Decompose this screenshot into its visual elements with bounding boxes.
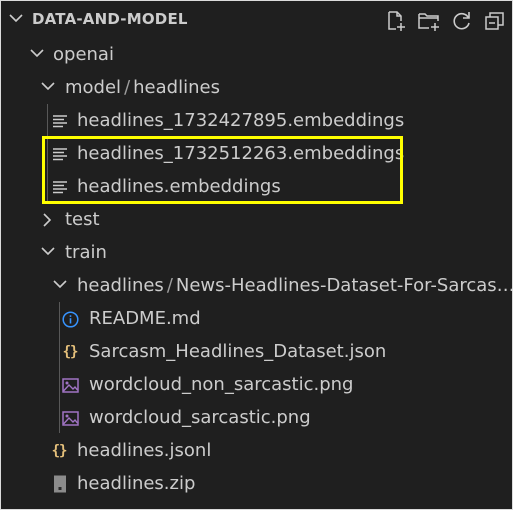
image-file-icon: [61, 376, 79, 394]
collapse-all-icon: [485, 12, 504, 30]
chevron-right-icon: [43, 213, 52, 227]
text-file-icon: [51, 178, 69, 196]
text-file-icon: [51, 112, 69, 130]
tree-file-embeddings[interactable]: headlines_1732427895.embeddings: [1, 104, 512, 137]
tree-item-label: wordcloud_sarcastic.png: [89, 407, 311, 428]
tree-folder-model-headlines[interactable]: model / headlines: [1, 71, 512, 104]
refresh-button[interactable]: [449, 8, 475, 34]
json-braces-icon: {}: [62, 344, 79, 360]
chevron-down-icon: [30, 49, 44, 58]
folder-name-part: headlines: [77, 275, 164, 296]
tree-item-label: headlines_1732427895.embeddings: [77, 110, 405, 131]
info-icon: [61, 310, 79, 328]
new-file-icon: [388, 11, 405, 31]
folder-name-part: model: [65, 77, 122, 98]
collapse-all-button[interactable]: [482, 8, 508, 34]
tree-item-label: model / headlines: [65, 77, 220, 99]
new-file-button[interactable]: [383, 8, 409, 34]
tree-folder-train-headlines[interactable]: headlines / News-Headlines-Dataset-For-Sar…: [1, 269, 512, 302]
tree-file-jsonl[interactable]: {} headlines.jsonl: [1, 434, 512, 467]
header-actions: [383, 8, 508, 34]
folder-name-part: headlines: [133, 77, 220, 98]
chevron-down-icon: [41, 82, 55, 91]
refresh-icon: [453, 12, 470, 30]
tree-item-label: headlines.zip: [77, 473, 196, 494]
new-folder-button[interactable]: [416, 8, 442, 34]
zip-file-icon: [51, 475, 69, 493]
tree-folder-train[interactable]: train: [1, 236, 512, 269]
tree-folder-test[interactable]: test: [1, 203, 512, 236]
tree-file-embeddings[interactable]: headlines.embeddings: [1, 170, 512, 203]
folder-name-part: News-Headlines-Dataset-For-Sarcasm-Detec…: [175, 275, 512, 296]
chevron-down-icon[interactable]: [9, 14, 23, 23]
new-folder-icon: [418, 13, 439, 31]
tree-file-embeddings[interactable]: headlines_1732512263.embeddings: [1, 137, 512, 170]
tree-file-zip[interactable]: headlines.zip: [1, 467, 512, 500]
path-separator: /: [166, 275, 173, 296]
tree-file-image[interactable]: wordcloud_sarcastic.png: [1, 401, 512, 434]
tree-item-label: headlines.embeddings: [77, 176, 281, 197]
tree-file-readme[interactable]: README.md: [1, 302, 512, 335]
text-file-icon: [51, 145, 69, 163]
tree-item-label: headlines / News-Headlines-Dataset-For-Sar…: [77, 275, 512, 297]
tree-item-label: Sarcasm_Headlines_Dataset.json: [89, 341, 387, 362]
chevron-down-icon: [41, 247, 55, 256]
chevron-down-icon: [53, 280, 67, 289]
path-separator: /: [124, 77, 131, 98]
tree-item-label: test: [65, 209, 100, 230]
image-file-icon: [61, 409, 79, 427]
section-title: DATA-AND-MODEL: [32, 10, 188, 28]
tree-folder-openai[interactable]: openai: [1, 38, 512, 71]
tree-item-label: README.md: [89, 308, 201, 329]
explorer-panel: DATA-AND-MODEL openai model / headlines …: [1, 1, 512, 509]
tree-item-label: headlines_1732512263.embeddings: [77, 143, 405, 164]
tree-file-json[interactable]: {} Sarcasm_Headlines_Dataset.json: [1, 335, 512, 368]
tree-item-label: train: [65, 242, 107, 263]
explorer-header[interactable]: DATA-AND-MODEL: [1, 1, 512, 38]
tree-item-label: openai: [53, 44, 114, 65]
tree-item-label: headlines.jsonl: [77, 440, 212, 461]
tree-item-label: wordcloud_non_sarcastic.png: [89, 374, 354, 395]
tree-file-image[interactable]: wordcloud_non_sarcastic.png: [1, 368, 512, 401]
json-braces-icon: {}: [51, 443, 68, 459]
